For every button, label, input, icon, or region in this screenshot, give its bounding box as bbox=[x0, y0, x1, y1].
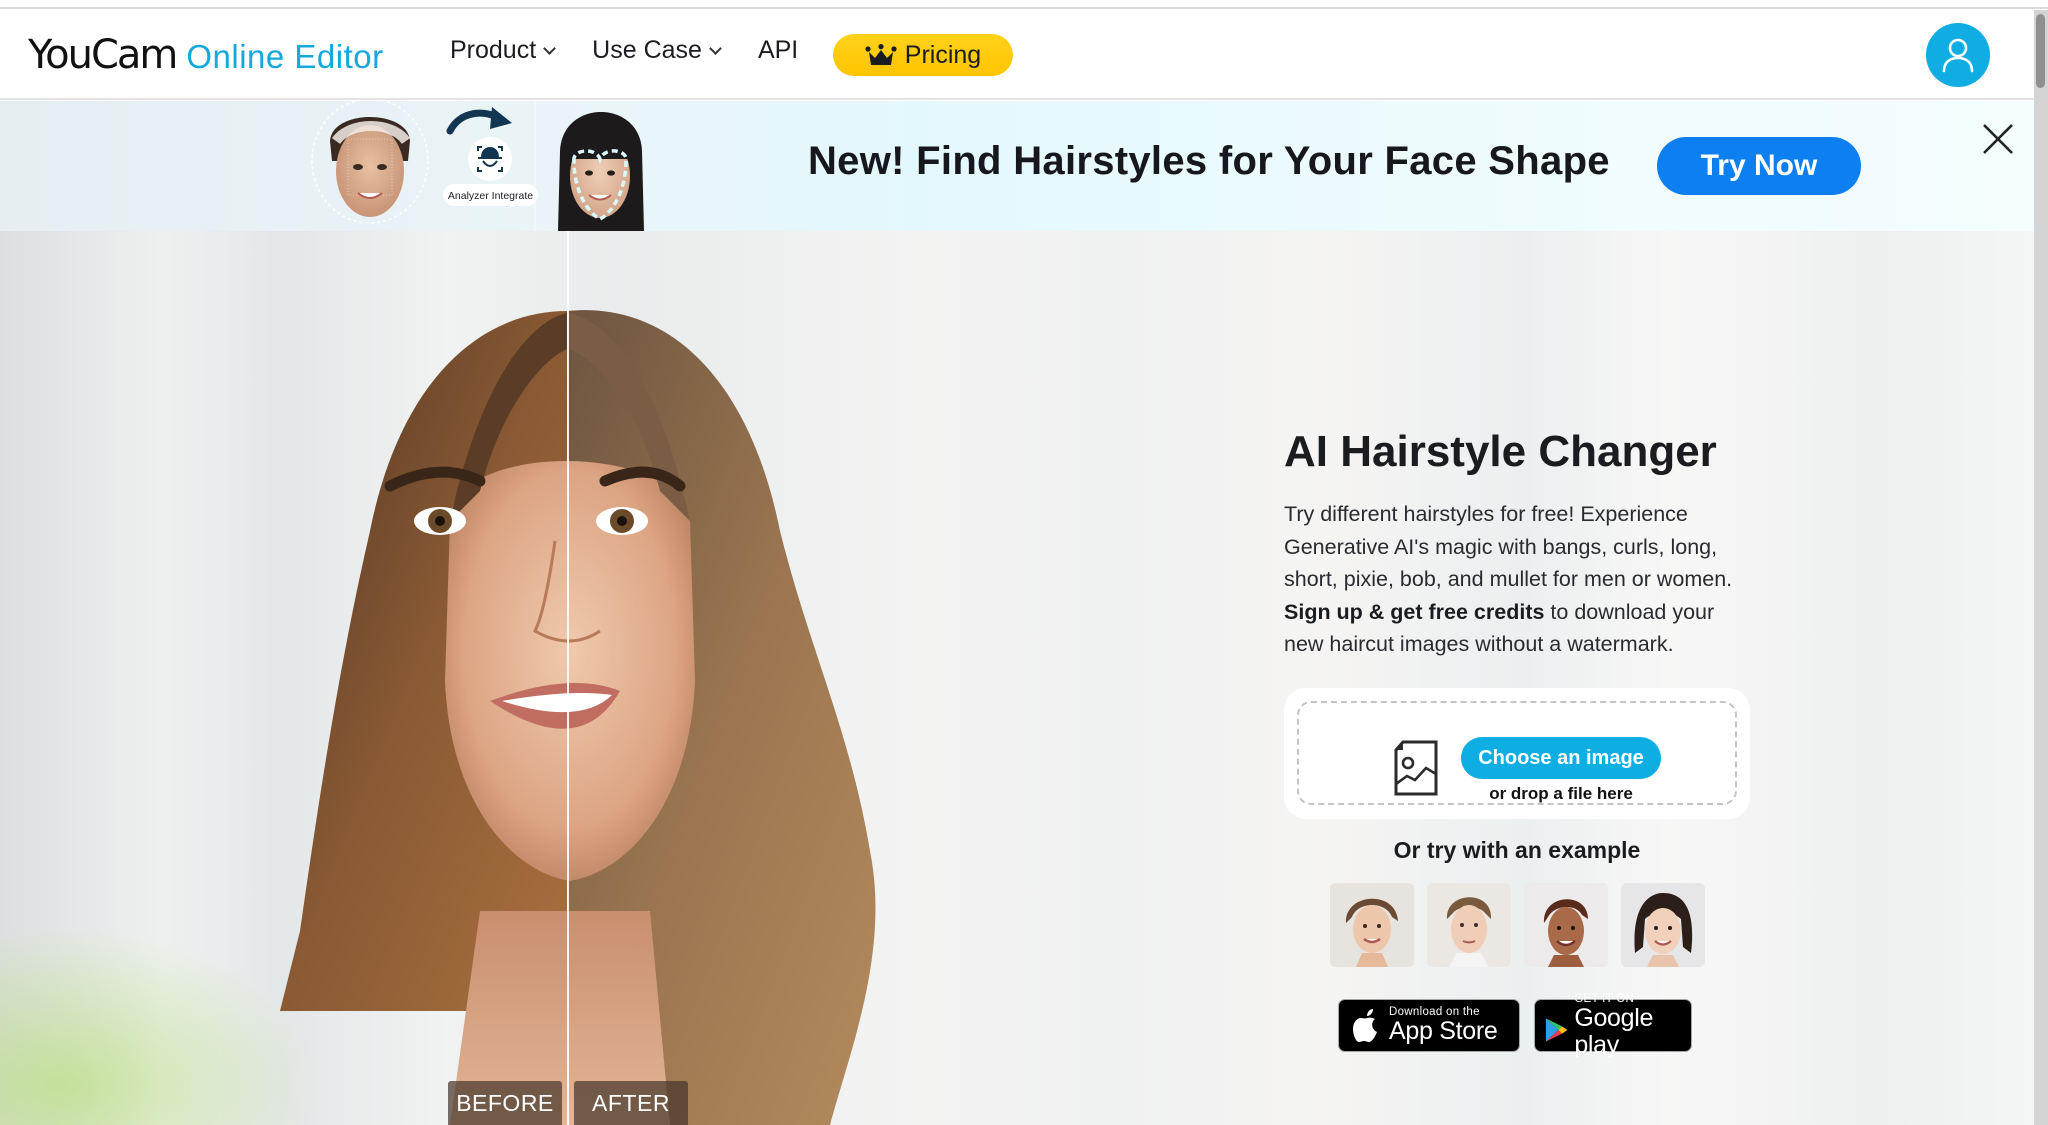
app-store-badges: Download on the App Store GET IT ON Goog… bbox=[1338, 993, 1692, 1058]
example-image-3[interactable] bbox=[1524, 883, 1608, 967]
example-images bbox=[1330, 883, 1718, 967]
image-file-icon bbox=[1394, 740, 1438, 796]
nav-use-case-label: Use Case bbox=[592, 36, 702, 64]
nav-use-case[interactable]: Use Case bbox=[592, 36, 722, 65]
account-button[interactable] bbox=[1926, 23, 1990, 87]
google-play-button[interactable]: GET IT ON Google play bbox=[1534, 993, 1692, 1058]
hero-description: Try different hairstyles for free! Exper… bbox=[1284, 498, 1754, 661]
example-image-2[interactable] bbox=[1427, 883, 1511, 967]
page-title: AI Hairstyle Changer bbox=[1284, 427, 1717, 476]
promo-title: New! Find Hairstyles for Your Face Shape bbox=[808, 139, 1610, 183]
after-label: AFTER bbox=[574, 1081, 688, 1125]
face-shape-portrait bbox=[558, 112, 644, 231]
youcam-logo[interactable]: YouCam Online Editor bbox=[28, 32, 384, 78]
pricing-label: Pricing bbox=[904, 40, 982, 69]
chevron-down-icon bbox=[543, 41, 557, 55]
example-portrait bbox=[1621, 883, 1705, 967]
google-play-icon bbox=[1545, 1017, 1568, 1042]
before-after-slider[interactable] bbox=[567, 231, 569, 1125]
pricing-button[interactable]: Pricing bbox=[833, 34, 1013, 76]
site-header: YouCam Online Editor Product Use Case AP… bbox=[0, 10, 2034, 100]
example-portrait bbox=[1524, 883, 1608, 967]
crown-icon bbox=[865, 44, 897, 65]
before-after-portrait bbox=[280, 310, 876, 1125]
description-text: Try different hairstyles for free! Exper… bbox=[1284, 502, 1733, 591]
hero-section: BEFORE AFTER AI Hairstyle Changer Try di… bbox=[0, 231, 2034, 1125]
face-scan-portrait bbox=[311, 101, 429, 224]
try-now-button[interactable]: Try Now bbox=[1657, 137, 1861, 195]
file-drop-zone[interactable]: Choose an image or drop a file here bbox=[1297, 701, 1737, 805]
example-portrait bbox=[1427, 883, 1511, 967]
example-portrait bbox=[1330, 883, 1414, 967]
google-play-big-text: Google play bbox=[1574, 1003, 1654, 1059]
before-label: BEFORE bbox=[448, 1081, 562, 1125]
scrollbar-thumb[interactable] bbox=[2036, 14, 2045, 88]
example-image-4[interactable] bbox=[1621, 883, 1705, 967]
logo-brand: YouCam bbox=[28, 32, 178, 78]
drop-file-hint: or drop a file here bbox=[1489, 784, 1633, 803]
choose-image-button[interactable]: Choose an image bbox=[1461, 737, 1661, 779]
main-nav: Product Use Case API bbox=[450, 36, 836, 65]
nav-product-label: Product bbox=[450, 36, 537, 64]
examples-title: Or try with an example bbox=[1393, 837, 1641, 863]
page-scrollbar[interactable] bbox=[2034, 10, 2048, 1125]
apple-icon bbox=[1353, 1008, 1377, 1042]
app-store-big-text: App Store bbox=[1389, 1017, 1498, 1045]
chevron-down-icon bbox=[709, 41, 722, 55]
browser-top-edge bbox=[0, 0, 2048, 9]
face-shape-analyzer-illustration: Analyzer Integrate bbox=[311, 101, 644, 231]
app-store-button[interactable]: Download on the App Store bbox=[1338, 999, 1520, 1052]
analyzer-badge-text: Analyzer Integrate bbox=[448, 190, 533, 202]
close-icon[interactable] bbox=[1980, 121, 2016, 157]
signup-highlight: Sign up & get free credits bbox=[1284, 599, 1545, 624]
example-image-1[interactable] bbox=[1330, 883, 1414, 967]
upload-card: Choose an image or drop a file here bbox=[1284, 688, 1750, 819]
google-play-small-text: GET IT ON bbox=[1574, 992, 1635, 1005]
logo-product: Online Editor bbox=[186, 38, 384, 75]
user-icon bbox=[1942, 38, 1974, 73]
nav-api-label: API bbox=[757, 36, 799, 64]
promo-banner: Analyzer Integrate New! Find Hairstyles … bbox=[0, 101, 2034, 231]
nav-product[interactable]: Product bbox=[450, 36, 557, 65]
nav-api[interactable]: API bbox=[758, 36, 798, 65]
